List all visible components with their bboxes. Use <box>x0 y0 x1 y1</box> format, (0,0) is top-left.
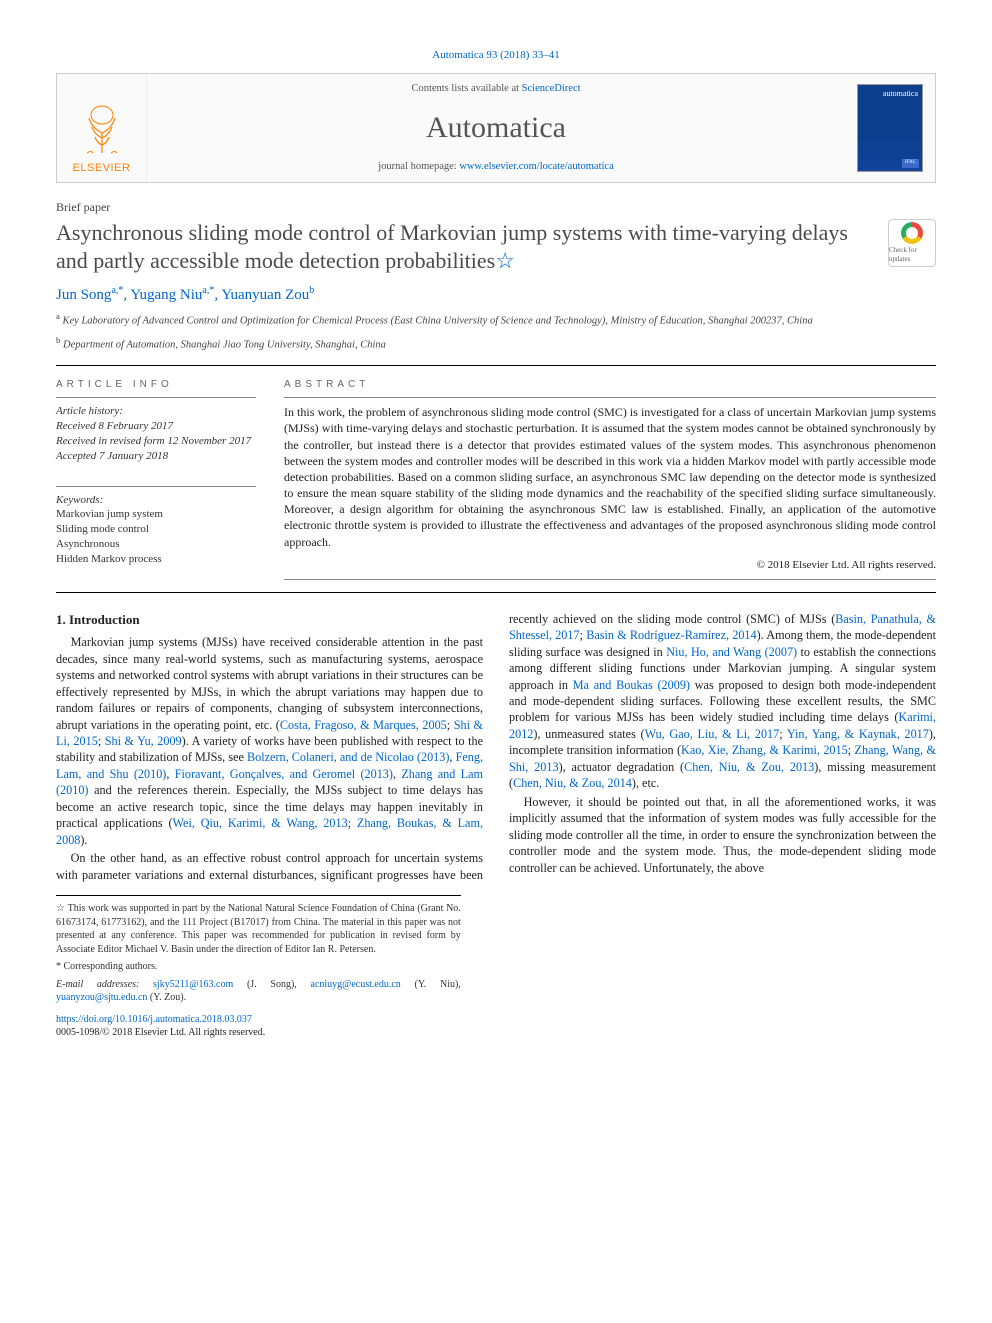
abstract-copyright: © 2018 Elsevier Ltd. All rights reserved… <box>284 558 936 573</box>
citation-link[interactable]: Chen, Niu, & Zou, 2014 <box>513 776 632 790</box>
abstract-column: ABSTRACT In this work, the problem of as… <box>284 378 936 580</box>
keyword: Asynchronous <box>56 537 256 552</box>
keyword: Markovian jump system <box>56 507 256 522</box>
abstract-text: In this work, the problem of asynchronou… <box>284 404 936 550</box>
body-paragraph: However, it should be pointed out that, … <box>509 794 936 876</box>
elsevier-logo-icon <box>77 103 127 157</box>
paper-title: Asynchronous sliding mode control of Mar… <box>56 219 876 274</box>
crossmark-label: Check for updates <box>889 246 935 265</box>
section-heading: 1. Introduction <box>56 611 483 629</box>
publisher-block: ELSEVIER <box>57 74 147 182</box>
footnotes: ☆ This work was supported in part by the… <box>56 895 461 1005</box>
homepage-line: journal homepage: www.elsevier.com/locat… <box>151 160 841 174</box>
author-link[interactable]: Yugang Niu <box>130 287 202 303</box>
email-label: E-mail addresses: <box>56 979 153 990</box>
doi-block: https://doi.org/10.1016/j.automatica.201… <box>56 1013 936 1040</box>
citation-link[interactable]: Chen, Niu, & Zou, 2013 <box>684 760 814 774</box>
citation-link[interactable]: Basin & Rodríguez-Ramírez, 2014 <box>586 628 756 642</box>
keyword: Sliding mode control <box>56 522 256 537</box>
article-type: Brief paper <box>56 199 936 215</box>
citation-link[interactable]: Niu, Ho, and Wang (2007) <box>666 645 797 659</box>
affiliation: b Department of Automation, Shanghai Jia… <box>56 335 936 353</box>
citation-link[interactable]: Automatica 93 (2018) 33–41 <box>432 49 559 61</box>
body-paragraph: Markovian jump systems (MJSs) have recei… <box>56 634 483 848</box>
citation-link[interactable]: Wu, Gao, Liu, & Li, 2017 <box>645 727 780 741</box>
keyword: Hidden Markov process <box>56 552 256 567</box>
citation-link[interactable]: Ma and Boukas (2009) <box>573 678 690 692</box>
history-item: Accepted 7 January 2018 <box>56 449 256 464</box>
citation-link[interactable]: Wei, Qiu, Karimi, & Wang, 2013 <box>173 816 348 830</box>
abstract-heading: ABSTRACT <box>284 378 936 392</box>
crossmark-button[interactable]: Check for updates <box>888 219 936 267</box>
author-list: Jun Songa,*, Yugang Niua,*, Yuanyuan Zou… <box>56 284 936 305</box>
article-info-column: ARTICLE INFO Article history: Received 8… <box>56 378 256 580</box>
footnote-marker-icon: ☆ <box>56 903 65 914</box>
citation-link[interactable]: Bolzern, Colaneri, and de Nicolao (2013) <box>247 750 449 764</box>
history-item: Received in revised form 12 November 201… <box>56 434 256 449</box>
journal-homepage-link[interactable]: www.elsevier.com/locate/automatica <box>459 161 613 172</box>
citation-link[interactable]: Kao, Xie, Zhang, & Karimi, 2015 <box>681 743 848 757</box>
article-body: 1. Introduction Markovian jump systems (… <box>56 611 936 884</box>
affiliation: a Key Laboratory of Advanced Control and… <box>56 311 936 329</box>
journal-banner: ELSEVIER Contents lists available at Sci… <box>56 73 936 183</box>
article-info-heading: ARTICLE INFO <box>56 378 256 392</box>
author-link[interactable]: Yuanyuan Zou <box>221 287 309 303</box>
citation-link[interactable]: Fioravant, Gonçalves, and Geromel (2013) <box>175 767 393 781</box>
citation-link[interactable]: Shi & Yu, 2009 <box>105 734 182 748</box>
author-link[interactable]: Jun Song <box>56 287 111 303</box>
publisher-name: ELSEVIER <box>73 161 131 176</box>
sciencedirect-link[interactable]: ScienceDirect <box>522 83 581 94</box>
email-link[interactable]: acniuyg@ecust.edu.cn <box>311 979 401 990</box>
issn-copyright: 0005-1098/© 2018 Elsevier Ltd. All right… <box>56 1027 265 1038</box>
email-link[interactable]: sjky5211@163.com <box>153 979 233 990</box>
citation-header: Automatica 93 (2018) 33–41 <box>56 48 936 63</box>
journal-name: Automatica <box>151 108 841 149</box>
citation-link[interactable]: Yin, Yang, & Kaynak, 2017 <box>787 727 929 741</box>
email-link[interactable]: yuanyzou@sjtu.edu.cn <box>56 992 147 1003</box>
contents-line: Contents lists available at ScienceDirec… <box>151 82 841 96</box>
corr-marker-icon: * <box>56 961 61 972</box>
doi-link[interactable]: https://doi.org/10.1016/j.automatica.201… <box>56 1014 252 1025</box>
citation-link[interactable]: Costa, Fragoso, & Marques, 2005 <box>280 718 447 732</box>
journal-cover-thumbnail: automatica IFAC <box>857 84 923 172</box>
title-footnote-marker: ☆ <box>495 248 515 273</box>
keywords-label: Keywords: <box>56 493 256 508</box>
history-item: Received 8 February 2017 <box>56 419 256 434</box>
crossmark-icon <box>901 222 923 244</box>
history-label: Article history: <box>56 404 256 419</box>
